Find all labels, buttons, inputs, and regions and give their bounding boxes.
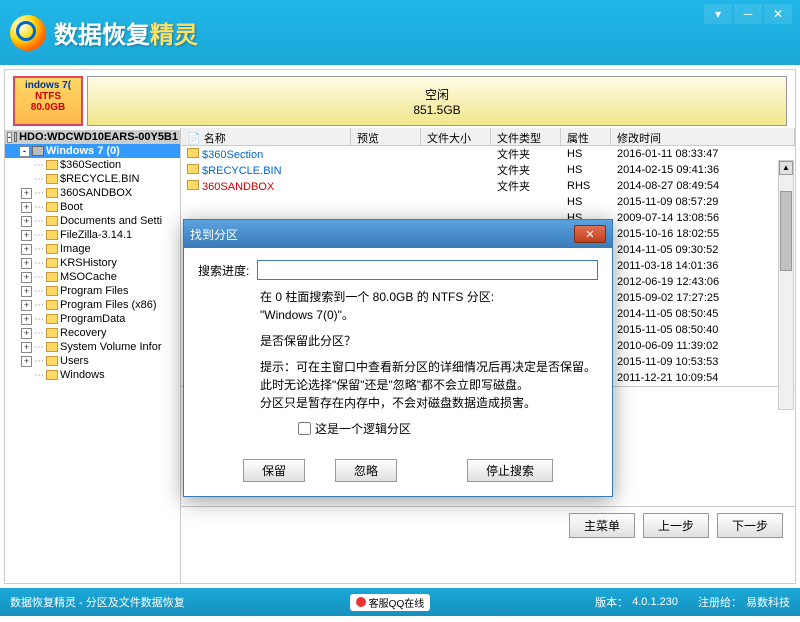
app-logo-icon: [10, 15, 46, 51]
stop-search-button[interactable]: 停止搜索: [467, 459, 553, 482]
file-list-scrollbar[interactable]: ▲: [778, 160, 794, 410]
partition-map: indows 7( NTFS 80.0GB 空闲 851.5GB: [5, 70, 795, 128]
dialog-titlebar[interactable]: 找到分区 ✕: [184, 220, 612, 248]
tree-folder[interactable]: +⋯ProgramData: [5, 312, 180, 326]
tree-folder[interactable]: +⋯KRSHistory: [5, 256, 180, 270]
disk-icon: [14, 132, 17, 142]
next-button[interactable]: 下一步: [717, 513, 783, 538]
folder-icon: [46, 356, 58, 366]
file-list-header: 📄 名称 预览 文件大小 文件类型 属性 修改时间: [181, 128, 795, 146]
tree-folder[interactable]: +⋯MSOCache: [5, 270, 180, 284]
partition-free[interactable]: 空闲 851.5GB: [87, 76, 787, 126]
tree-disk[interactable]: - HDO:WDCWD10EARS-00Y5B1: [5, 130, 180, 144]
skip-button[interactable]: 忽略: [335, 459, 397, 482]
tree-folder[interactable]: +⋯System Volume Infor: [5, 340, 180, 354]
folder-icon: [46, 286, 58, 296]
prev-button[interactable]: 上一步: [643, 513, 709, 538]
tree-folder[interactable]: +⋯Program Files: [5, 284, 180, 298]
tree-folder[interactable]: +⋯Recovery: [5, 326, 180, 340]
tree-folder[interactable]: +⋯Boot: [5, 200, 180, 214]
tree-folder[interactable]: ⋯Windows: [5, 368, 180, 382]
folder-icon: [46, 230, 58, 240]
folder-icon: [187, 164, 199, 174]
titlebar: 数据恢复精灵 ▾ ─ ✕: [0, 0, 800, 65]
progress-label: 搜索进度:: [198, 262, 249, 279]
folder-icon: [46, 300, 58, 310]
status-left: 数据恢复精灵 - 分区及文件数据恢复: [10, 594, 185, 610]
tree-folder[interactable]: +⋯Image: [5, 242, 180, 256]
main-menu-button[interactable]: 主菜单: [569, 513, 635, 538]
folder-icon: [46, 342, 58, 352]
dialog-message: 在 0 柱面搜索到一个 80.0GB 的 NTFS 分区: "Windows 7…: [260, 288, 598, 412]
folder-icon: [187, 180, 199, 190]
tree-folder[interactable]: +⋯FileZilla-3.14.1: [5, 228, 180, 242]
tree-folder[interactable]: ⋯$RECYCLE.BIN: [5, 172, 180, 186]
tree-folder[interactable]: +⋯Program Files (x86): [5, 298, 180, 312]
folder-icon: [187, 148, 199, 158]
file-row[interactable]: HS2015-11-09 08:57:29: [181, 194, 795, 210]
tree-volume[interactable]: - Windows 7 (0): [5, 144, 180, 158]
tree-folder[interactable]: +⋯Documents and Setti: [5, 214, 180, 228]
folder-icon: [46, 216, 58, 226]
progress-input[interactable]: [257, 260, 598, 280]
folder-tree[interactable]: - HDO:WDCWD10EARS-00Y5B1 - Windows 7 (0)…: [5, 128, 181, 583]
minimize-button[interactable]: ─: [734, 4, 762, 24]
folder-icon: [46, 202, 58, 212]
tree-folder[interactable]: ⋯$360Section: [5, 158, 180, 172]
partition-selected[interactable]: indows 7( NTFS 80.0GB: [13, 76, 83, 126]
tree-folder[interactable]: +⋯360SANDBOX: [5, 186, 180, 200]
folder-icon: [46, 370, 58, 380]
scroll-up-icon[interactable]: ▲: [779, 161, 793, 175]
folder-icon: [46, 328, 58, 338]
logical-partition-checkbox[interactable]: 这是一个逻辑分区: [298, 420, 598, 437]
scroll-thumb[interactable]: [780, 191, 792, 271]
folder-icon: [46, 272, 58, 282]
keep-button[interactable]: 保留: [243, 459, 305, 482]
folder-icon: [46, 258, 58, 268]
status-version: 版本：4.0.1.230: [595, 594, 678, 610]
folder-icon: [46, 188, 58, 198]
tree-folder[interactable]: +⋯Users: [5, 354, 180, 368]
close-button[interactable]: ✕: [764, 4, 792, 24]
qq-support-button[interactable]: 客服QQ在线: [350, 594, 431, 611]
status-registration: 注册给：易数科技: [698, 594, 790, 610]
dialog-close-button[interactable]: ✕: [574, 225, 606, 243]
folder-icon: [46, 244, 58, 254]
file-row[interactable]: $360Section文件夹HS2016-01-11 08:33:47: [181, 146, 795, 162]
dropdown-icon[interactable]: ▾: [704, 4, 732, 24]
qq-icon: [356, 597, 366, 607]
file-row[interactable]: 360SANDBOX文件夹RHS2014-08-27 08:49:54: [181, 178, 795, 194]
status-bar: 数据恢复精灵 - 分区及文件数据恢复 客服QQ在线 版本：4.0.1.230 注…: [0, 588, 800, 616]
folder-icon: [46, 160, 58, 170]
file-row[interactable]: $RECYCLE.BIN文件夹HS2014-02-15 09:41:36: [181, 162, 795, 178]
folder-icon: [46, 174, 58, 184]
found-partition-dialog: 找到分区 ✕ 搜索进度: 在 0 柱面搜索到一个 80.0GB 的 NTFS 分…: [183, 219, 613, 497]
app-title: 数据恢复精灵: [54, 15, 198, 50]
volume-icon: [32, 146, 44, 156]
folder-icon: [46, 314, 58, 324]
